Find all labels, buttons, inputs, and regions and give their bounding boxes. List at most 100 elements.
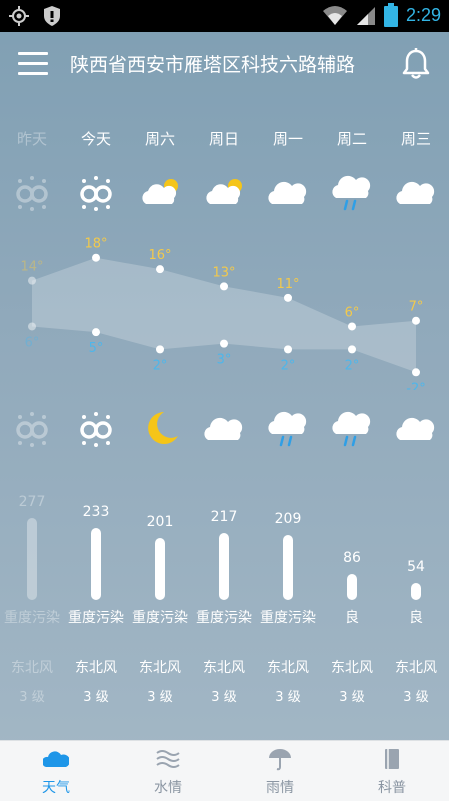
low-temp-label: 6° bbox=[25, 335, 40, 350]
status-time: 2:29 bbox=[405, 4, 441, 25]
cloudy-icon bbox=[204, 417, 243, 440]
aqi-bar bbox=[155, 537, 165, 600]
low-temp-label: 2° bbox=[345, 358, 360, 373]
aqi-row: 277 重度污染 233 重度污染 201 重度污染 217 重度污染 209 … bbox=[0, 494, 449, 635]
waves-icon bbox=[156, 750, 180, 768]
location-title[interactable]: 陕西省西安市雁塔区科技六路辅路 bbox=[70, 50, 380, 77]
aqi-bar bbox=[27, 518, 37, 600]
gps-icon bbox=[9, 6, 29, 26]
nav-label: 科普 bbox=[378, 780, 406, 796]
low-temp-label: 3° bbox=[217, 353, 232, 368]
day-label[interactable]: 周二 bbox=[320, 128, 384, 149]
day-icons-row bbox=[0, 172, 449, 216]
bottom-nav: 天气 水情 雨情 科普 bbox=[0, 740, 449, 801]
aqi-value: 209 bbox=[274, 511, 302, 528]
day-label[interactable]: 昨天 bbox=[0, 128, 64, 149]
aqi-bar bbox=[411, 583, 421, 600]
wind-direction: 东北风 bbox=[75, 660, 117, 676]
nav-tab-rain[interactable]: 雨情 bbox=[224, 741, 336, 801]
high-temp-label: 18° bbox=[84, 237, 107, 252]
umbrella-icon bbox=[269, 749, 291, 771]
low-temp-label: -2° bbox=[406, 381, 425, 390]
shield-icon bbox=[44, 6, 60, 26]
aqi-bar bbox=[91, 528, 101, 600]
wind-direction: 东北风 bbox=[331, 660, 373, 676]
wifi-icon bbox=[322, 6, 347, 25]
high-temp-label: 14° bbox=[20, 260, 43, 275]
high-temp-label: 13° bbox=[212, 265, 235, 280]
aqi-value: 86 bbox=[343, 549, 361, 566]
high-temp-point bbox=[92, 253, 100, 262]
aqi-bar bbox=[283, 535, 293, 600]
low-temp-point bbox=[348, 345, 356, 354]
moon-icon bbox=[148, 412, 178, 444]
cloudy-icon bbox=[396, 417, 435, 440]
aqi-bar bbox=[347, 573, 357, 600]
aqi-bar bbox=[219, 532, 229, 600]
wind-direction: 东北风 bbox=[267, 660, 309, 676]
aqi-level-label: 重度污染 bbox=[196, 610, 252, 626]
wind-direction: 东北风 bbox=[395, 660, 437, 676]
rain-icon bbox=[332, 175, 371, 211]
book-icon bbox=[385, 749, 399, 769]
wind-level: 3 级 bbox=[211, 690, 237, 705]
low-temp-point bbox=[156, 345, 164, 354]
aqi-value: 201 bbox=[146, 513, 174, 530]
cloud-icon bbox=[43, 751, 69, 767]
aqi-value: 217 bbox=[210, 508, 238, 525]
nav-tab-weather[interactable]: 天气 bbox=[0, 741, 112, 801]
wind-direction: 东北风 bbox=[11, 660, 53, 676]
high-temp-label: 6° bbox=[345, 305, 360, 320]
high-temp-point bbox=[156, 265, 164, 274]
nav-label: 天气 bbox=[42, 780, 70, 796]
nav-tab-water[interactable]: 水情 bbox=[112, 741, 224, 801]
day-label[interactable]: 周日 bbox=[192, 128, 256, 149]
low-temp-label: 5° bbox=[89, 341, 104, 356]
partly-cloudy-icon bbox=[206, 179, 242, 204]
high-temp-point bbox=[348, 322, 356, 331]
battery-icon bbox=[383, 3, 398, 27]
low-temp-point bbox=[28, 322, 36, 331]
low-temp-point bbox=[92, 328, 100, 337]
high-temp-point bbox=[220, 282, 228, 291]
nav-label: 雨情 bbox=[266, 780, 294, 796]
wind-level: 3 级 bbox=[19, 690, 45, 705]
low-temp-label: 2° bbox=[281, 358, 296, 373]
wind-level: 3 级 bbox=[147, 690, 173, 705]
wind-direction: 东北风 bbox=[203, 660, 245, 676]
day-label[interactable]: 周六 bbox=[128, 128, 192, 149]
high-temp-label: 16° bbox=[148, 248, 171, 263]
menu-icon[interactable] bbox=[18, 52, 48, 76]
high-temp-point bbox=[28, 276, 36, 285]
day-label[interactable]: 周三 bbox=[384, 128, 448, 149]
aqi-value: 277 bbox=[18, 494, 46, 511]
low-temp-point bbox=[220, 339, 228, 348]
app-header: 陕西省西安市雁塔区科技六路辅路 bbox=[0, 32, 449, 96]
wind-direction: 东北风 bbox=[139, 660, 181, 676]
wind-level: 3 级 bbox=[275, 690, 301, 705]
nav-tab-science[interactable]: 科普 bbox=[336, 741, 448, 801]
aqi-value: 54 bbox=[407, 559, 425, 576]
aqi-value: 233 bbox=[82, 504, 110, 520]
wind-level: 3 级 bbox=[339, 690, 365, 705]
night-icons-row bbox=[0, 408, 449, 452]
day-label[interactable]: 今天 bbox=[64, 128, 128, 149]
high-temp-label: 11° bbox=[276, 277, 299, 292]
aqi-level-label: 良 bbox=[345, 610, 359, 626]
high-temp-point bbox=[412, 316, 420, 325]
bell-icon[interactable] bbox=[400, 47, 432, 81]
clear-night-icon bbox=[80, 176, 112, 211]
partly-cloudy-icon bbox=[142, 179, 178, 204]
rain-icon bbox=[332, 411, 371, 447]
status-bar: 2:29 bbox=[0, 0, 449, 32]
days-row: 昨天 今天 周六 周日 周一 周二 周三 bbox=[0, 128, 449, 152]
nav-label: 水情 bbox=[154, 780, 182, 796]
temperature-chart: 14° 18° 16° 13° 11° 6° 7° 6° 5° 2° 3° 2° 2° -2° bbox=[20, 237, 425, 390]
aqi-level-label: 良 bbox=[409, 610, 423, 626]
rain-icon bbox=[268, 411, 307, 447]
aqi-level-label: 重度污染 bbox=[4, 610, 60, 626]
low-temp-point bbox=[412, 368, 420, 377]
day-label[interactable]: 周一 bbox=[256, 128, 320, 149]
low-temp-label: 2° bbox=[153, 358, 168, 373]
high-temp-label: 7° bbox=[409, 300, 424, 315]
